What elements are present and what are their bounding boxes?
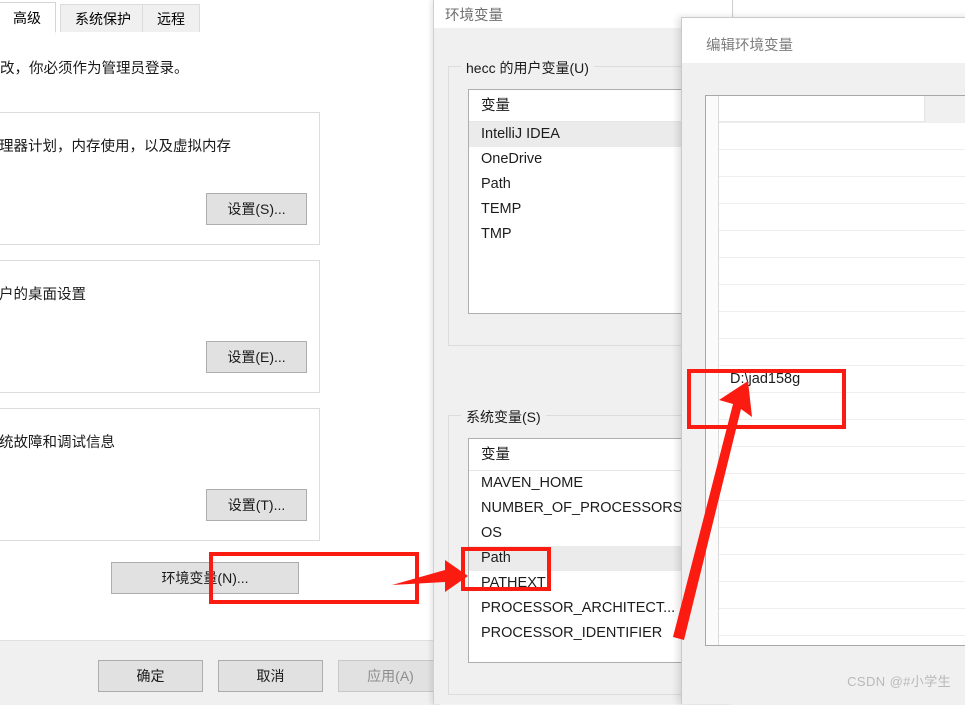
list-item[interactable] bbox=[719, 609, 965, 636]
cancel-button[interactable]: 取消 bbox=[218, 660, 323, 692]
startup-recovery-description: 统故障和调试信息 bbox=[0, 435, 115, 451]
list-item[interactable] bbox=[719, 474, 965, 501]
list-item[interactable] bbox=[719, 258, 965, 285]
user-profiles-settings-button[interactable]: 设置(E)... bbox=[206, 341, 307, 373]
list-item[interactable] bbox=[719, 123, 965, 150]
list-item[interactable] bbox=[719, 231, 965, 258]
apply-button[interactable]: 应用(A) bbox=[338, 660, 443, 692]
startup-recovery-group: 统故障和调试信息 设置(T)... bbox=[0, 408, 320, 541]
tab-advanced[interactable]: 高级 bbox=[0, 2, 56, 34]
annotation-box-path-row bbox=[461, 547, 551, 591]
startup-recovery-settings-button[interactable]: 设置(T)... bbox=[206, 489, 307, 521]
tab-system-protection[interactable]: 系统保护 bbox=[60, 4, 146, 33]
performance-description: 理器计划，内存使用，以及虚拟内存 bbox=[0, 139, 231, 155]
performance-settings-button[interactable]: 设置(S)... bbox=[206, 193, 307, 225]
user-profiles-group: 户的桌面设置 设置(E)... bbox=[0, 260, 320, 393]
dialog-footer: 确定 取消 应用(A) bbox=[0, 640, 443, 705]
performance-group: 理器计划，内存使用，以及虚拟内存 设置(S)... bbox=[0, 112, 320, 245]
list-item[interactable] bbox=[719, 150, 965, 177]
ok-button[interactable]: 确定 bbox=[98, 660, 203, 692]
user-profiles-description: 户的桌面设置 bbox=[0, 287, 86, 303]
list-item[interactable] bbox=[719, 312, 965, 339]
list-item[interactable] bbox=[719, 285, 965, 312]
list-item[interactable] bbox=[719, 177, 965, 204]
admin-notice-text: 改，你必须作为管理员登录。 bbox=[0, 61, 189, 77]
tab-remote-label: 远程 bbox=[157, 11, 185, 27]
user-variables-group-label: hecc 的用户变量(U) bbox=[461, 58, 594, 78]
edit-environment-variable-dialog: 编辑环境变量 D:\jad158g bbox=[681, 17, 965, 704]
list-item[interactable] bbox=[719, 582, 965, 609]
csdn-watermark: CSDN @#小学生 bbox=[847, 674, 951, 689]
edit-dialog-titlebar: 编辑环境变量 bbox=[682, 18, 965, 63]
env-dialog-title: 环境变量 bbox=[445, 8, 503, 24]
annotation-box-env-button bbox=[209, 552, 419, 604]
tab-remote[interactable]: 远程 bbox=[142, 4, 200, 33]
tab-system-protection-label: 系统保护 bbox=[75, 11, 131, 27]
list-item[interactable] bbox=[719, 555, 965, 582]
system-variables-group-label: 系统变量(S) bbox=[461, 407, 546, 427]
tab-advanced-label: 高级 bbox=[13, 10, 41, 26]
list-item[interactable] bbox=[719, 528, 965, 555]
list-item[interactable] bbox=[719, 447, 965, 474]
edit-dialog-title: 编辑环境变量 bbox=[706, 38, 793, 54]
list-item[interactable] bbox=[719, 204, 965, 231]
list-item[interactable] bbox=[719, 96, 965, 123]
list-item[interactable] bbox=[719, 339, 965, 366]
list-item[interactable] bbox=[719, 501, 965, 528]
tab-strip: 高级 系统保护 远程 bbox=[0, 0, 440, 34]
annotation-box-jad-value bbox=[687, 369, 846, 429]
